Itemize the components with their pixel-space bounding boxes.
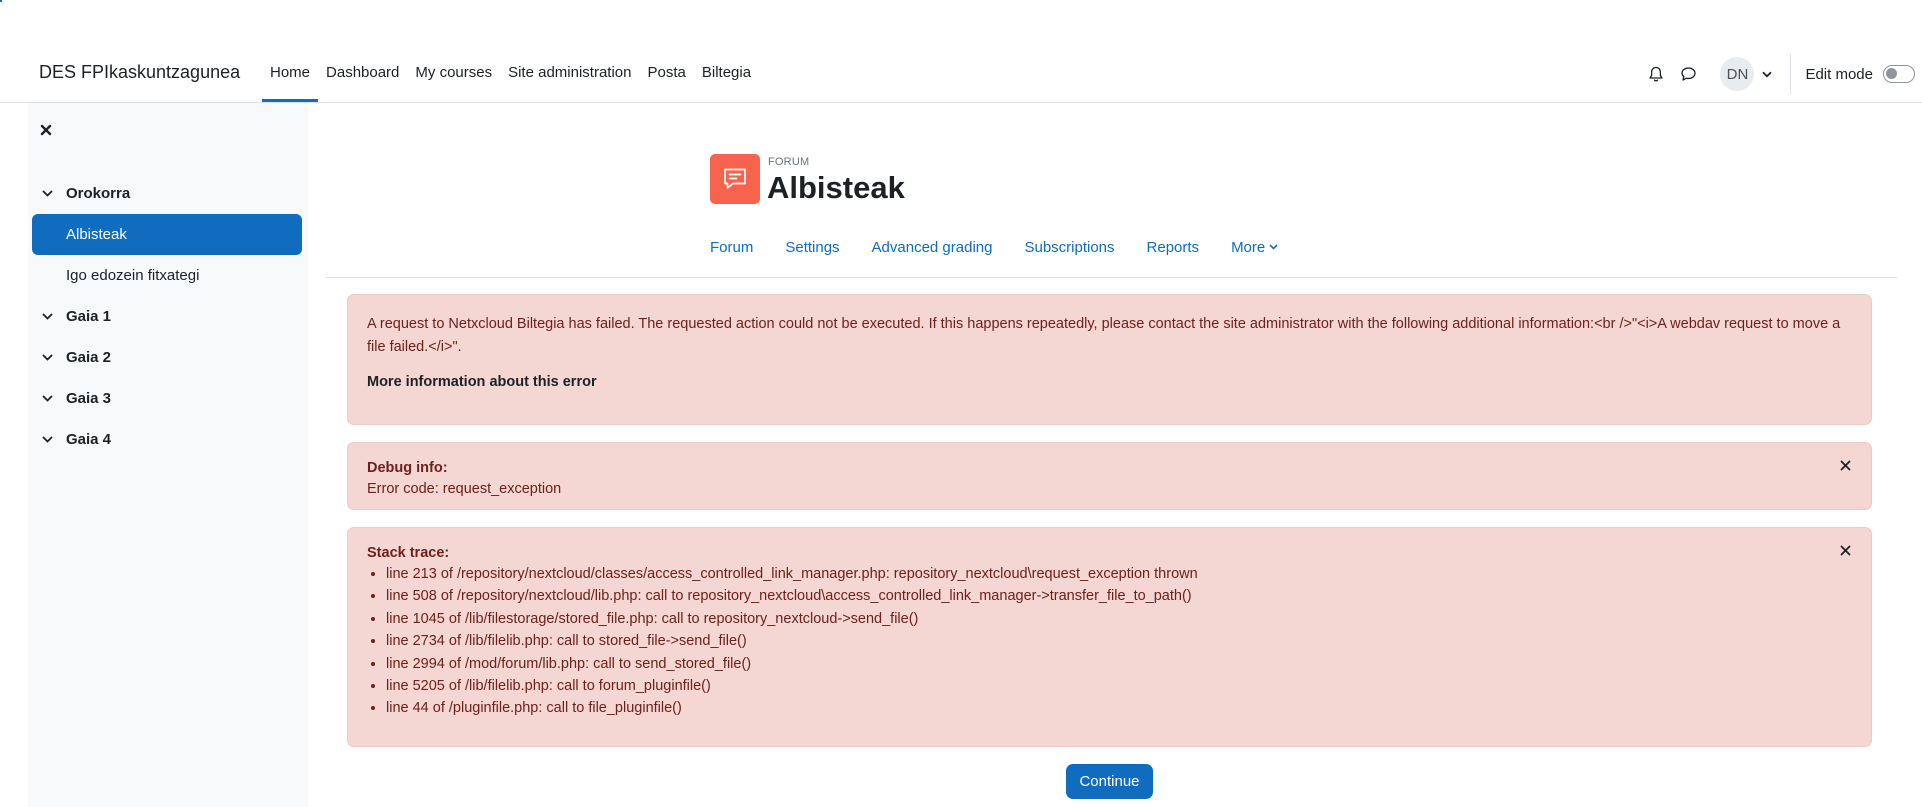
section-gaia-1[interactable]: Gaia 1: [28, 296, 308, 337]
chevron-down-icon: [1269, 244, 1278, 250]
site-name[interactable]: DES FPIkaskuntzagunea: [39, 62, 240, 83]
stack-trace-line: line 44 of /pluginfile.php: call to file…: [386, 697, 1852, 719]
nav-posta[interactable]: Posta: [640, 46, 694, 102]
corner-mark: [0, 0, 2, 2]
header-divider: [325, 277, 1897, 278]
section-orokorra[interactable]: Orokorra: [28, 173, 308, 214]
section-label: Gaia 4: [66, 431, 112, 448]
nav-my-courses[interactable]: My courses: [407, 46, 500, 102]
edit-mode-toggle[interactable]: [1883, 65, 1915, 83]
tab-subscriptions[interactable]: Subscriptions: [1024, 239, 1114, 256]
stack-trace-line: line 2994 of /mod/forum/lib.php: call to…: [386, 653, 1852, 675]
forum-activity-icon: [710, 154, 760, 204]
user-navigation: DN Edit mode: [1640, 46, 1922, 102]
course-index-item-albisteak[interactable]: Albisteak: [32, 214, 302, 255]
section-label: Gaia 2: [66, 349, 112, 366]
course-index: Orokorra Albisteak Igo edozein fitxategi…: [28, 173, 308, 460]
edit-mode-label: Edit mode: [1805, 65, 1873, 83]
top-navbar: DES FPIkaskuntzagunea Home Dashboard My …: [0, 46, 1922, 103]
stack-trace-alert: Stack trace: line 213 of /repository/nex…: [347, 527, 1872, 747]
secondary-navigation: Forum Settings Advanced grading Subscrip…: [710, 234, 1310, 260]
close-icon[interactable]: [1840, 459, 1851, 475]
chevron-down-icon[interactable]: [42, 354, 58, 361]
chevron-down-icon[interactable]: [42, 436, 58, 443]
course-index-drawer: Orokorra Albisteak Igo edozein fitxategi…: [28, 103, 308, 807]
toggle-knob: [1886, 68, 1897, 79]
tab-settings[interactable]: Settings: [785, 239, 839, 256]
stack-trace-line: line 213 of /repository/nextcloud/classe…: [386, 563, 1852, 585]
stack-trace-heading: Stack trace:: [367, 545, 450, 561]
messages-chat-icon[interactable]: [1672, 58, 1704, 90]
primary-navigation: Home Dashboard My courses Site administr…: [262, 46, 759, 102]
nav-home[interactable]: Home: [262, 46, 319, 102]
tab-more-label: More: [1231, 238, 1266, 256]
more-information-link[interactable]: More information about this error: [367, 374, 1852, 390]
debug-info-alert: Debug info: Error code: request_exceptio…: [347, 442, 1872, 510]
page-title: Albisteak: [767, 170, 905, 205]
nav-site-administration[interactable]: Site administration: [500, 46, 639, 102]
chevron-down-icon[interactable]: [42, 395, 58, 402]
section-label: Orokorra: [66, 185, 131, 202]
close-icon[interactable]: [1840, 544, 1851, 560]
tab-more[interactable]: More: [1231, 239, 1278, 256]
notifications-bell-icon[interactable]: [1640, 58, 1672, 90]
user-menu-chevron-down-icon[interactable]: [1762, 71, 1773, 78]
section-gaia-4[interactable]: Gaia 4: [28, 419, 308, 460]
navbar-divider: [1790, 54, 1792, 94]
stack-trace-list: line 213 of /repository/nextcloud/classe…: [367, 563, 1852, 720]
section-gaia-3[interactable]: Gaia 3: [28, 378, 308, 419]
stack-trace-line: line 508 of /repository/nextcloud/lib.ph…: [386, 585, 1852, 607]
close-drawer-icon[interactable]: [40, 123, 52, 141]
tab-advanced-grading[interactable]: Advanced grading: [872, 239, 993, 256]
error-message: A request to Netxcloud Biltegia has fail…: [367, 316, 1841, 355]
stack-trace-line: line 2734 of /lib/filelib.php: call to s…: [386, 630, 1852, 652]
chevron-down-icon[interactable]: [42, 190, 58, 197]
tab-reports[interactable]: Reports: [1147, 239, 1200, 256]
tab-forum[interactable]: Forum: [710, 239, 753, 256]
user-avatar[interactable]: DN: [1720, 57, 1755, 91]
stack-trace-line: line 1045 of /lib/filestorage/stored_fil…: [386, 608, 1852, 630]
nav-dashboard[interactable]: Dashboard: [318, 46, 407, 102]
chevron-down-icon[interactable]: [42, 313, 58, 320]
continue-button[interactable]: Continue: [1066, 764, 1153, 799]
section-gaia-2[interactable]: Gaia 2: [28, 337, 308, 378]
section-label: Gaia 1: [66, 308, 112, 325]
nav-biltegia[interactable]: Biltegia: [694, 46, 759, 102]
section-label: Gaia 3: [66, 390, 112, 407]
module-type-label: FORUM: [768, 156, 810, 168]
debug-heading: Debug info:: [367, 460, 448, 476]
debug-error-code: Error code: request_exception: [367, 481, 562, 497]
stack-trace-line: line 5205 of /lib/filelib.php: call to f…: [386, 675, 1852, 697]
course-index-item-igo-edozein-fitxategi[interactable]: Igo edozein fitxategi: [28, 255, 308, 296]
error-alert: A request to Netxcloud Biltegia has fail…: [347, 294, 1872, 425]
